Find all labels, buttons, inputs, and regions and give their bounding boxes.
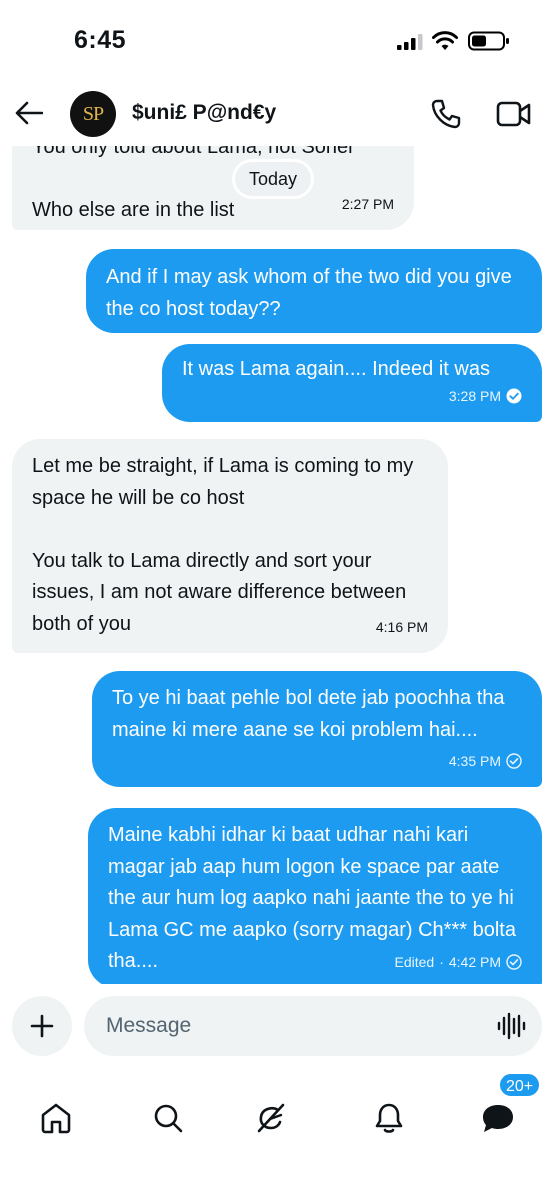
status-time: 6:45 [74, 26, 127, 54]
phone-icon[interactable] [430, 98, 462, 130]
day-separator: Today [235, 162, 312, 196]
message-text: Let me be straight, if Lama is coming to… [32, 455, 414, 635]
message-time: 2:27 PM [341, 195, 394, 212]
grok-icon [257, 1103, 285, 1133]
notifications-icon [375, 1103, 403, 1133]
message-text: To ye hi baat pehle bol dete jab poochha… [112, 687, 511, 741]
search-icon [154, 1104, 183, 1133]
back-button[interactable] [12, 96, 46, 130]
read-check-icon [506, 388, 522, 404]
messages-badge: 20+ [498, 1072, 542, 1098]
composer [0, 984, 554, 1072]
message-field [84, 996, 542, 1056]
voice-message-icon[interactable] [496, 1011, 526, 1041]
message-bubble[interactable]: Maine kabhi idhar ki baat udhar nahi kar… [88, 808, 542, 984]
add-attachment-button[interactable] [12, 996, 72, 1056]
message-meta: 2:27 PM [342, 189, 394, 221]
message-list[interactable]: You only told about Lama, not Sonel Who … [0, 146, 554, 984]
nav-notifications[interactable] [369, 1098, 409, 1138]
status-bar: 6:45 [0, 0, 554, 84]
message-time: 3:28 PM [448, 387, 501, 404]
message-bubble[interactable]: It was Lama again.... Indeed it was 3:28… [162, 344, 542, 422]
message-time: 4:35 PM [448, 752, 501, 769]
message-time: 4:16 PM [375, 618, 428, 635]
avatar[interactable]: SP [70, 91, 116, 137]
message-bubble[interactable]: And if I may ask whom of the two did you… [86, 249, 542, 333]
message-bubble[interactable]: Let me be straight, if Lama is coming to… [12, 439, 448, 653]
nav-home[interactable] [36, 1098, 76, 1138]
wifi-icon [432, 31, 458, 50]
message-text: You only told about Lama, not Sonel Who … [32, 146, 353, 221]
message-meta: Edited · 4:42 PM [388, 946, 522, 978]
video-call-icon[interactable] [496, 98, 532, 130]
nav-messages[interactable] [478, 1098, 518, 1138]
arrow-left-icon [15, 101, 43, 125]
edited-label: Edited [394, 953, 435, 970]
contact-name[interactable]: $uni£ P@nd€y [132, 101, 276, 125]
message-bubble[interactable]: To ye hi baat pehle bol dete jab poochha… [92, 671, 542, 787]
bottom-navigation: 20+ [0, 1072, 554, 1158]
home-indicator [0, 1160, 554, 1200]
message-meta: 4:16 PM [376, 612, 428, 644]
nav-grok[interactable] [251, 1098, 291, 1138]
nav-search[interactable] [148, 1098, 188, 1138]
chat-header: SP $uni£ P@nd€y [0, 84, 554, 146]
messages-icon [483, 1105, 513, 1132]
message-text: And if I may ask whom of the two did you… [106, 266, 518, 320]
cellular-signal-icon [397, 34, 423, 50]
plus-icon [30, 1014, 54, 1038]
message-input[interactable] [106, 996, 466, 1056]
message-time: 4:42 PM [448, 953, 501, 970]
battery-icon [468, 31, 509, 51]
meta-separator: · [439, 953, 444, 970]
sent-check-icon [506, 753, 522, 769]
message-meta: 3:28 PM [449, 381, 522, 413]
message-meta: 4:35 PM [449, 746, 522, 778]
message-bubble[interactable]: You only told about Lama, not Sonel Who … [12, 146, 414, 230]
sent-check-icon [506, 954, 522, 970]
home-icon [41, 1103, 71, 1134]
